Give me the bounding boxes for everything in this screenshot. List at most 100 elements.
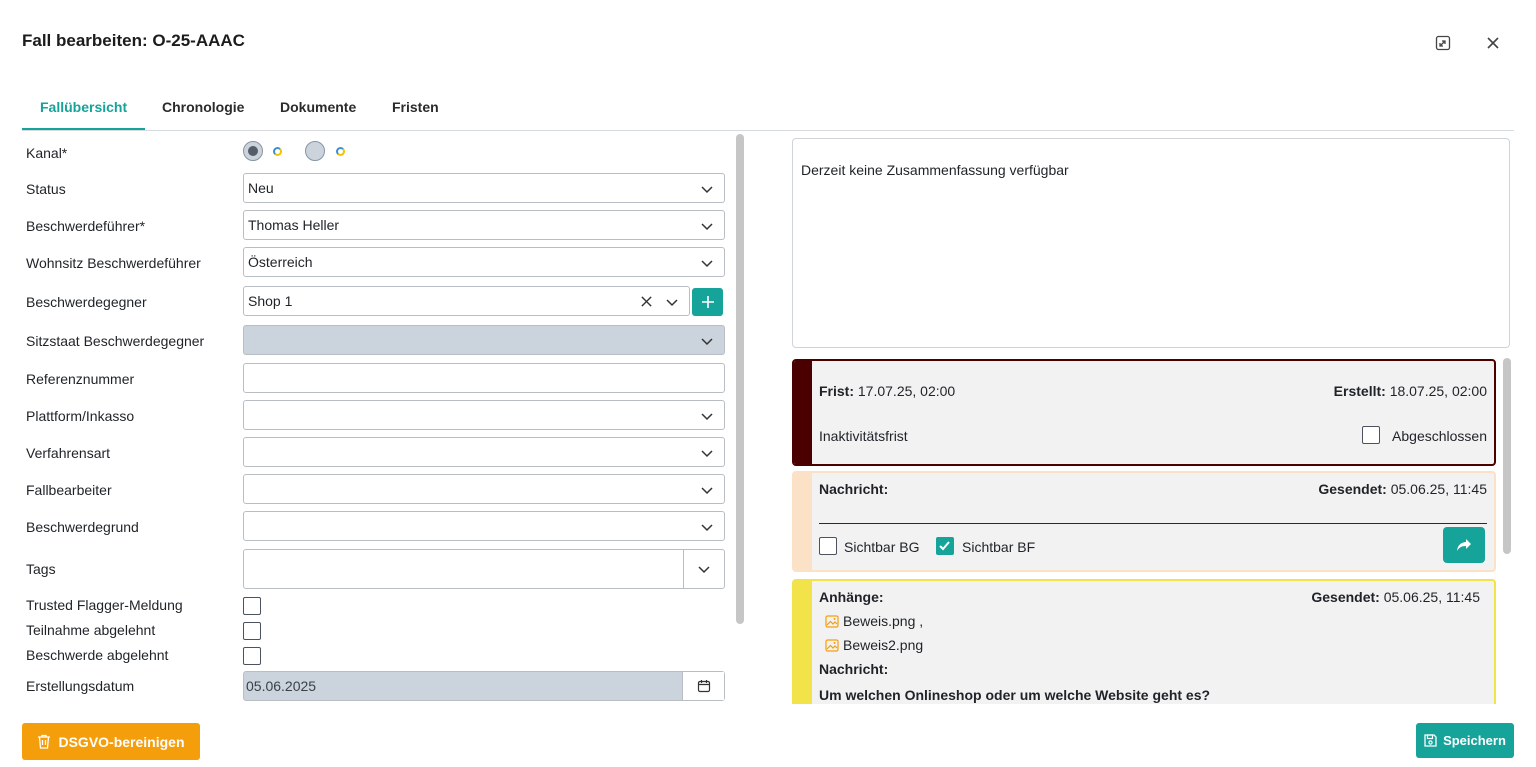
tab-fristen[interactable]: Fristen bbox=[392, 99, 439, 115]
form-scrollbar[interactable] bbox=[734, 132, 746, 704]
fallbearbeiter-label: Fallbearbeiter bbox=[26, 482, 112, 498]
erstellungsdatum-input[interactable]: 05.06.2025 bbox=[243, 671, 725, 701]
abgeschlossen-checkbox[interactable] bbox=[1362, 426, 1380, 444]
chevron-down-icon bbox=[701, 487, 713, 495]
image-icon bbox=[825, 638, 839, 652]
nachricht-label: Nachricht: bbox=[819, 481, 889, 497]
details-scrollbar-thumb[interactable] bbox=[1503, 358, 1511, 554]
chevron-down-icon bbox=[666, 299, 678, 307]
sitzstaat-label: Sitzstaat Beschwerdegegner bbox=[26, 333, 205, 349]
erstellt-info: Erstellt: 18.07.25, 02:00 bbox=[1333, 383, 1487, 399]
tab-dokumente[interactable]: Dokumente bbox=[280, 99, 356, 115]
beschwerde-abgelehnt-checkbox[interactable] bbox=[243, 647, 261, 665]
attachment-filename: Beweis2.png bbox=[843, 637, 924, 653]
save-icon bbox=[1424, 734, 1437, 747]
calendar-icon bbox=[697, 680, 710, 693]
details-scrollbar[interactable] bbox=[1502, 356, 1512, 704]
referenznummer-label: Referenznummer bbox=[26, 371, 135, 387]
trusted-flagger-label: Trusted Flagger-Meldung bbox=[26, 597, 183, 613]
anhaenge-label: Anhänge: bbox=[819, 589, 884, 605]
dialog-title: Fall bearbeiten: O-25-AAAC bbox=[22, 31, 245, 50]
gesendet-info: Gesendet: 05.06.25, 11:45 bbox=[1318, 481, 1487, 497]
beschwerdegegner-select[interactable]: Shop 1 bbox=[243, 286, 690, 316]
erstellungsdatum-value: 05.06.2025 bbox=[246, 678, 317, 694]
plus-icon bbox=[701, 296, 714, 308]
attachment-filename: Beweis.png , bbox=[843, 613, 924, 629]
wohnsitz-select[interactable]: Österreich bbox=[243, 247, 725, 277]
chevron-down-icon bbox=[701, 524, 713, 532]
beschwerdefuehrer-value: Thomas Heller bbox=[248, 217, 340, 233]
deadline-stripe bbox=[794, 361, 812, 464]
summary-text: Derzeit keine Zusammenfassung verfügbar bbox=[801, 162, 1069, 178]
beschwerdegegner-value: Shop 1 bbox=[248, 293, 293, 309]
tags-input[interactable] bbox=[243, 549, 725, 589]
sichtbar-bf-label: Sichtbar BF bbox=[962, 539, 1036, 555]
forward-button[interactable] bbox=[1443, 527, 1485, 563]
share-icon bbox=[1457, 539, 1471, 551]
kanal-radio-1[interactable] bbox=[243, 141, 263, 161]
expand-icon[interactable] bbox=[1432, 32, 1454, 54]
beschwerdegrund-label: Beschwerdegrund bbox=[26, 519, 139, 535]
plattform-label: Plattform/Inkasso bbox=[26, 408, 135, 424]
image-icon bbox=[825, 614, 839, 628]
trash-icon bbox=[38, 734, 51, 749]
attachment-item[interactable]: Beweis.png , bbox=[825, 613, 923, 629]
beschwerdefuehrer-label: Beschwerdeführer* bbox=[26, 218, 146, 234]
chevron-down-icon bbox=[701, 450, 713, 458]
summary-box: Derzeit keine Zusammenfassung verfügbar bbox=[792, 138, 1510, 348]
add-beschwerdegegner-button[interactable] bbox=[692, 288, 723, 316]
beschwerdegrund-select[interactable] bbox=[243, 511, 725, 541]
beschwerde-abgelehnt-label: Beschwerde abgelehnt bbox=[26, 647, 169, 663]
teilnahme-checkbox[interactable] bbox=[243, 622, 261, 640]
close-icon[interactable] bbox=[1482, 32, 1504, 54]
abgeschlossen-label: Abgeschlossen bbox=[1392, 428, 1487, 444]
status-select[interactable]: Neu bbox=[243, 173, 725, 203]
tab-bar: Fallübersicht Chronologie Dokumente Fris… bbox=[22, 92, 1514, 131]
teilnahme-label: Teilnahme abgelehnt bbox=[26, 622, 156, 638]
clear-icon[interactable] bbox=[640, 295, 653, 308]
sichtbar-bf-checkbox[interactable] bbox=[936, 537, 954, 555]
beschwerdegegner-label: Beschwerdegegner bbox=[26, 294, 147, 310]
sichtbar-bg-label: Sichtbar BG bbox=[844, 539, 920, 555]
chevron-down-icon bbox=[701, 413, 713, 421]
active-tab-indicator bbox=[22, 128, 145, 130]
deadline-card: Frist: 17.07.25, 02:00 Erstellt: 18.07.2… bbox=[792, 359, 1496, 466]
tab-falluebersicht[interactable]: Fallübersicht bbox=[40, 99, 127, 115]
tags-label: Tags bbox=[26, 561, 56, 577]
edit-case-dialog: Fall bearbeiten: O-25-AAAC Fallübersicht… bbox=[0, 0, 1536, 767]
tab-chronologie[interactable]: Chronologie bbox=[162, 99, 244, 115]
status-value: Neu bbox=[248, 180, 274, 196]
dsgvo-cleanup-button[interactable]: DSGVO-bereinigen bbox=[22, 723, 200, 760]
status-label: Status bbox=[26, 181, 66, 197]
kanal-radio-2[interactable] bbox=[305, 141, 325, 161]
trusted-flagger-checkbox[interactable] bbox=[243, 597, 261, 615]
attachments-card: Anhänge: Gesendet: 05.06.25, 11:45 Bewei… bbox=[792, 579, 1496, 709]
plattform-select[interactable] bbox=[243, 400, 725, 430]
chevron-down-icon bbox=[701, 260, 713, 268]
referenznummer-input[interactable] bbox=[243, 363, 725, 393]
wohnsitz-value: Österreich bbox=[248, 254, 313, 270]
chevron-down-icon[interactable] bbox=[697, 562, 711, 576]
message-divider bbox=[819, 523, 1487, 524]
kanal-label: Kanal* bbox=[26, 145, 68, 161]
save-button[interactable]: Speichern bbox=[1416, 723, 1514, 758]
divider bbox=[683, 550, 684, 588]
date-picker-button[interactable] bbox=[682, 672, 724, 700]
sichtbar-bg-checkbox[interactable] bbox=[819, 537, 837, 555]
check-icon bbox=[939, 541, 950, 551]
wohnsitz-label: Wohnsitz Beschwerdeführer bbox=[26, 255, 201, 271]
attachment-item[interactable]: Beweis2.png bbox=[825, 637, 923, 653]
fallbearbeiter-select[interactable] bbox=[243, 474, 725, 504]
verfahrensart-label: Verfahrensart bbox=[26, 445, 111, 461]
chevron-down-icon bbox=[701, 223, 713, 231]
sitzstaat-select[interactable] bbox=[243, 325, 725, 355]
gesendet-info: Gesendet: 05.06.25, 11:45 bbox=[1311, 589, 1480, 605]
erstellungsdatum-label: Erstellungsdatum bbox=[26, 678, 135, 694]
nachricht-label: Nachricht: bbox=[819, 661, 889, 677]
form-scrollbar-thumb[interactable] bbox=[736, 134, 744, 624]
chevron-down-icon bbox=[701, 186, 713, 194]
verfahrensart-select[interactable] bbox=[243, 437, 725, 467]
loading-icon bbox=[273, 147, 282, 156]
dsgvo-cleanup-label: DSGVO-bereinigen bbox=[58, 733, 185, 750]
beschwerdefuehrer-select[interactable]: Thomas Heller bbox=[243, 210, 725, 240]
